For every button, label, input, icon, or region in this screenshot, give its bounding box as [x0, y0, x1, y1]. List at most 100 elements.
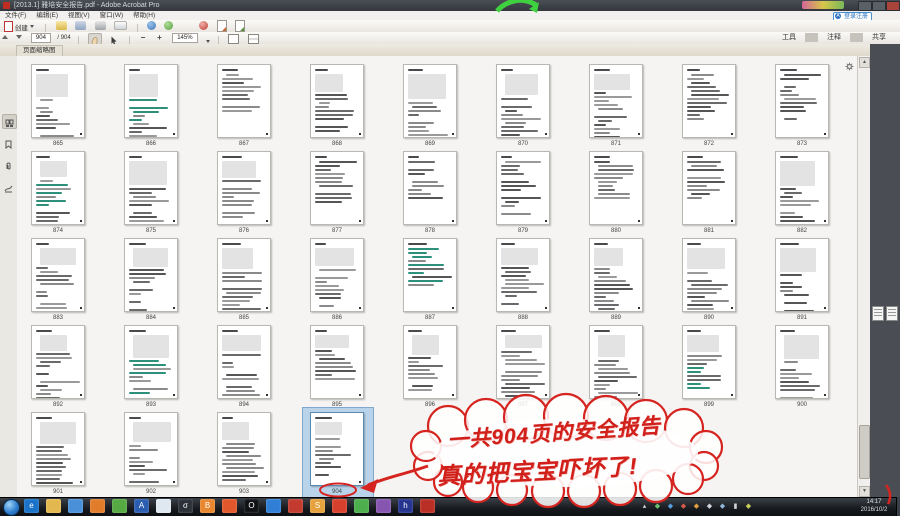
- panel-options-gear-icon[interactable]: [845, 58, 854, 76]
- toolbar-link-2[interactable]: 共享: [866, 34, 892, 41]
- bookmarks-icon[interactable]: [2, 136, 15, 149]
- page-thumbnail[interactable]: [589, 238, 643, 312]
- menu-item-3[interactable]: 窗口(W): [95, 11, 128, 20]
- page-thumbnail[interactable]: [31, 238, 85, 312]
- page-thumbnail[interactable]: [403, 325, 457, 399]
- page-thumbnail[interactable]: [124, 151, 178, 225]
- start-button[interactable]: [3, 499, 20, 516]
- scrollbar-thumb[interactable]: [859, 425, 870, 479]
- taskbar-icon-media-app[interactable]: [90, 499, 105, 513]
- maximize-button[interactable]: [872, 1, 886, 11]
- page-thumbnail[interactable]: [682, 238, 736, 312]
- page-thumbnail[interactable]: [124, 238, 178, 312]
- taskbar-icon-red-app-2[interactable]: [332, 499, 347, 513]
- page-thumbnail[interactable]: [589, 325, 643, 399]
- page-thumbnail[interactable]: [310, 238, 364, 312]
- tray-icon[interactable]: ◆: [679, 502, 688, 511]
- tray-icon[interactable]: ◆: [666, 502, 675, 511]
- sign-document-icon[interactable]: [217, 20, 227, 32]
- page-thumbnail[interactable]: [124, 325, 178, 399]
- zoom-out-button[interactable]: −: [138, 33, 148, 43]
- taskbar-icon-sigma-app[interactable]: σ: [178, 499, 193, 513]
- open-folder-icon[interactable]: [56, 21, 67, 30]
- taskbar-clock[interactable]: 14:17 2016/10/2: [854, 499, 894, 514]
- menu-item-4[interactable]: 帮助(H): [128, 11, 160, 20]
- page-thumbnail[interactable]: [589, 151, 643, 225]
- continuous-view-icon[interactable]: [248, 34, 259, 44]
- page-thumbnail[interactable]: [310, 412, 364, 486]
- page-thumbnail[interactable]: [682, 325, 736, 399]
- taskbar-icon-explorer-folder[interactable]: [46, 499, 61, 513]
- taskbar-icon-red-app-3[interactable]: [420, 499, 435, 513]
- minimize-button[interactable]: [858, 1, 872, 11]
- taskbar-icon-green-app-2[interactable]: [354, 499, 369, 513]
- zoom-level-select[interactable]: 145%: [172, 33, 198, 43]
- page-thumbnail[interactable]: [775, 151, 829, 225]
- page-thumbnail[interactable]: [403, 238, 457, 312]
- page-thumbnail[interactable]: [775, 325, 829, 399]
- page-thumbnail[interactable]: [31, 151, 85, 225]
- tray-icon[interactable]: ▮: [731, 502, 740, 511]
- tray-icon[interactable]: ◆: [653, 502, 662, 511]
- toolbar-link-0[interactable]: 工具: [776, 34, 802, 41]
- menu-item-1[interactable]: 编辑(E): [31, 11, 63, 20]
- page-thumbnail[interactable]: [31, 325, 85, 399]
- single-page-view-icon[interactable]: [228, 34, 239, 44]
- taskbar-icon-blue-app[interactable]: [266, 499, 281, 513]
- page-thumbnail[interactable]: [775, 238, 829, 312]
- scroll-up-icon[interactable]: ▲: [859, 57, 870, 68]
- titlebar-plugin-badge[interactable]: [802, 1, 844, 9]
- tray-icon[interactable]: ◆: [705, 502, 714, 511]
- taskbar-icon-light-app[interactable]: [156, 499, 171, 513]
- taskbar-icon-green-app[interactable]: [112, 499, 127, 513]
- page-thumbnail[interactable]: [217, 412, 271, 486]
- page-thumbnail[interactable]: [217, 238, 271, 312]
- page-thumbnail[interactable]: [496, 325, 550, 399]
- page-thumbnail[interactable]: [124, 64, 178, 138]
- page-thumbnail[interactable]: [403, 151, 457, 225]
- close-button[interactable]: [886, 1, 900, 11]
- next-page-icon[interactable]: [16, 35, 22, 39]
- page-thumbnail[interactable]: [310, 325, 364, 399]
- signatures-icon[interactable]: [2, 180, 15, 193]
- tray-icon[interactable]: ◆: [718, 502, 727, 511]
- email-icon[interactable]: [114, 21, 127, 30]
- toolbar-link-1[interactable]: 注释: [821, 34, 847, 41]
- menu-item-0[interactable]: 文件(F): [0, 11, 31, 20]
- share-globe-icon[interactable]: [147, 21, 156, 30]
- page-thumbnail[interactable]: [217, 151, 271, 225]
- page-thumbnail[interactable]: [31, 64, 85, 138]
- desktop-file-icon[interactable]: [886, 306, 898, 321]
- zoom-dropdown-icon[interactable]: [206, 40, 210, 43]
- previous-page-icon[interactable]: [2, 35, 8, 39]
- page-thumbnail[interactable]: [496, 238, 550, 312]
- print-icon[interactable]: [95, 21, 106, 30]
- taskbar-icon-purple-app[interactable]: [376, 499, 391, 513]
- taskbar-icon-search-app[interactable]: S: [310, 499, 325, 513]
- page-thumbnail[interactable]: [775, 64, 829, 138]
- page-thumbnail[interactable]: [217, 325, 271, 399]
- page-thumbnail[interactable]: [403, 64, 457, 138]
- taskbar-icon-dark-browser[interactable]: O: [244, 499, 259, 513]
- page-number-input[interactable]: 904: [31, 33, 51, 43]
- page-thumbnail[interactable]: [310, 64, 364, 138]
- page-thumbnail[interactable]: [496, 64, 550, 138]
- page-thumbnail[interactable]: [589, 64, 643, 138]
- page-thumbnails-tab[interactable]: 页面缩略图: [16, 45, 63, 56]
- taskbar-icon-window-app[interactable]: [68, 499, 83, 513]
- page-thumbnail[interactable]: [496, 151, 550, 225]
- comment-icon[interactable]: [182, 21, 191, 30]
- select-tool-button[interactable]: [108, 33, 120, 43]
- taskbar-icon-office-app[interactable]: B: [200, 499, 215, 513]
- page-thumbnail[interactable]: [682, 64, 736, 138]
- page-thumbnail[interactable]: [310, 151, 364, 225]
- attachments-icon[interactable]: [2, 158, 15, 171]
- scroll-down-icon[interactable]: ▼: [859, 486, 870, 497]
- taskbar-icon-blue-app-2[interactable]: h: [398, 499, 413, 513]
- tray-icon[interactable]: ◆: [744, 502, 753, 511]
- page-thumbnail[interactable]: [217, 64, 271, 138]
- page-thumbnail[interactable]: [31, 412, 85, 486]
- review-icon[interactable]: [164, 21, 173, 30]
- alert-icon[interactable]: [199, 21, 208, 30]
- taskbar-icon-orange-app[interactable]: [222, 499, 237, 513]
